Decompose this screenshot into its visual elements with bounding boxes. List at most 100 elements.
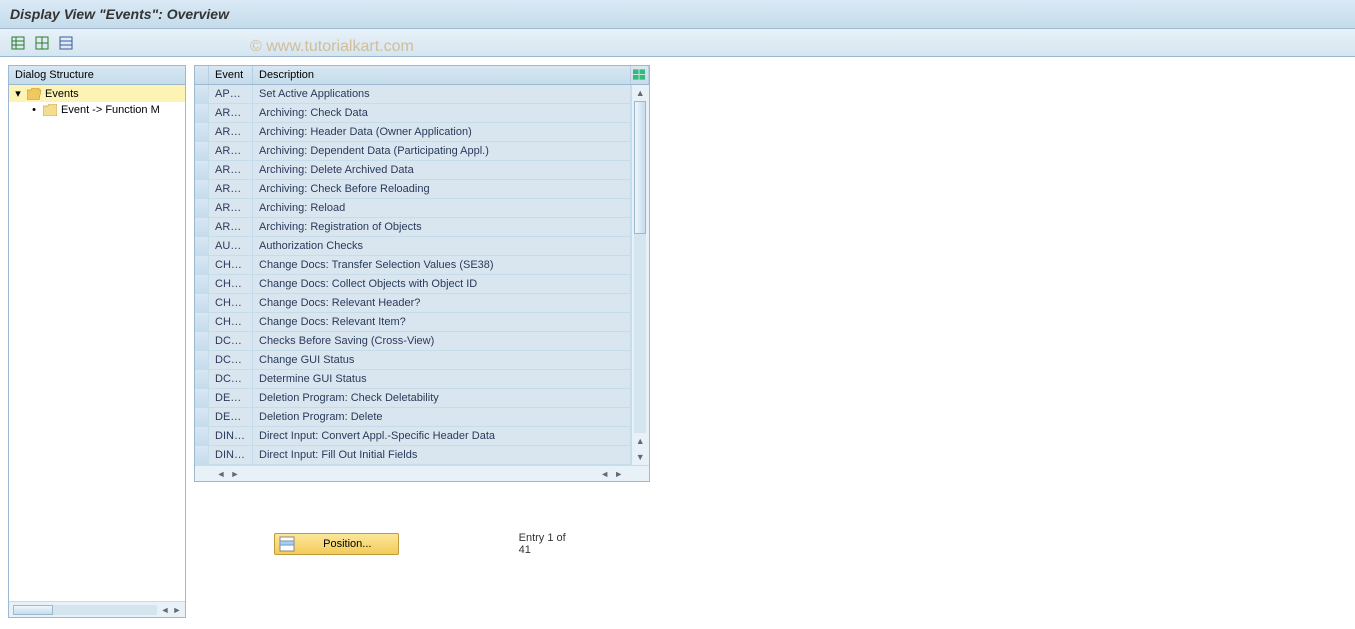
dialog-structure-panel: Dialog Structure ▾ Events • Event -> Fun…	[8, 65, 186, 618]
hscroll-track[interactable]	[13, 605, 157, 615]
table-body: APPLCSet Active ApplicationsARCH1Archivi…	[195, 85, 631, 465]
cell-event: DCUAD	[209, 370, 253, 388]
row-selector[interactable]	[195, 180, 209, 198]
row-selector[interactable]	[195, 256, 209, 274]
cell-description: Checks Before Saving (Cross-View)	[253, 332, 631, 350]
row-selector[interactable]	[195, 104, 209, 122]
table-row[interactable]: ARCH1Archiving: Check Data	[195, 104, 631, 123]
tree-item-event-function[interactable]: • Event -> Function M	[9, 102, 185, 118]
scroll-left-icon[interactable]: ◄	[159, 604, 171, 616]
table-row[interactable]: AUTH1Authorization Checks	[195, 237, 631, 256]
table-row[interactable]: CHGD1Change Docs: Transfer Selection Val…	[195, 256, 631, 275]
cell-description: Archiving: Header Data (Owner Applicatio…	[253, 123, 631, 141]
table-row[interactable]: ARCH5Archiving: Check Before Reloading	[195, 180, 631, 199]
table-settings-button[interactable]	[631, 66, 649, 84]
column-header-event[interactable]: Event	[209, 66, 253, 84]
cell-event: DINP0	[209, 427, 253, 445]
cell-event: DCUAC	[209, 351, 253, 369]
main-area: Dialog Structure ▾ Events • Event -> Fun…	[0, 57, 1355, 626]
row-selector[interactable]	[195, 237, 209, 255]
cell-event: AUTH1	[209, 237, 253, 255]
table-row[interactable]: DINP1Direct Input: Fill Out Initial Fiel…	[195, 446, 631, 465]
scroll-down-icon[interactable]: ▼	[632, 449, 649, 465]
footer-row: Position... Entry 1 of 41	[194, 532, 650, 556]
row-selector[interactable]	[195, 142, 209, 160]
table-row[interactable]: DELE1Deletion Program: Check Deletabilit…	[195, 389, 631, 408]
vscroll-thumb[interactable]	[634, 101, 646, 234]
cell-description: Determine GUI Status	[253, 370, 631, 388]
table-body-wrap: APPLCSet Active ApplicationsARCH1Archivi…	[195, 85, 649, 465]
table-row[interactable]: ARCH3Archiving: Dependent Data (Particip…	[195, 142, 631, 161]
cell-description: Change Docs: Transfer Selection Values (…	[253, 256, 631, 274]
scroll-up-icon[interactable]: ▲	[632, 85, 649, 101]
row-selector[interactable]	[195, 313, 209, 331]
column-header-description[interactable]: Description	[253, 66, 631, 84]
row-selector[interactable]	[195, 199, 209, 217]
table-row[interactable]: DCUACChange GUI Status	[195, 351, 631, 370]
row-selector[interactable]	[195, 85, 209, 103]
position-icon	[279, 536, 295, 552]
scroll-right-icon[interactable]: ►	[613, 468, 625, 480]
row-selector[interactable]	[195, 389, 209, 407]
dialog-structure-hscroll[interactable]: ◄ ►	[9, 601, 185, 617]
row-selector[interactable]	[195, 351, 209, 369]
column-header-selector[interactable]	[195, 66, 209, 84]
folder-open-icon	[27, 88, 41, 100]
cell-description: Set Active Applications	[253, 85, 631, 103]
scroll-left-icon[interactable]: ◄	[599, 468, 611, 480]
cell-description: Archiving: Registration of Objects	[253, 218, 631, 236]
row-selector[interactable]	[195, 332, 209, 350]
page-title: Display View "Events": Overview	[10, 6, 229, 22]
table-row[interactable]: ARCHRArchiving: Registration of Objects	[195, 218, 631, 237]
table-row[interactable]: ARCH4Archiving: Delete Archived Data	[195, 161, 631, 180]
row-selector[interactable]	[195, 218, 209, 236]
toolbar-btn-3[interactable]	[56, 33, 76, 53]
tree-item-events[interactable]: ▾ Events	[9, 85, 185, 102]
table-row[interactable]: CHGD4Change Docs: Relevant Item?	[195, 313, 631, 332]
position-button[interactable]: Position...	[274, 533, 399, 555]
row-selector[interactable]	[195, 294, 209, 312]
row-selector[interactable]	[195, 123, 209, 141]
table-row[interactable]: ARCH2Archiving: Header Data (Owner Appli…	[195, 123, 631, 142]
row-selector[interactable]	[195, 161, 209, 179]
cell-event: ARCH2	[209, 123, 253, 141]
vscroll-track[interactable]	[634, 101, 646, 433]
toolbar-btn-1[interactable]	[8, 33, 28, 53]
scroll-up2-icon[interactable]: ▲	[632, 433, 649, 449]
hscroll-right-group: ◄ ►	[422, 466, 649, 481]
toolbar-btn-2[interactable]	[32, 33, 52, 53]
cell-description: Authorization Checks	[253, 237, 631, 255]
row-selector[interactable]	[195, 275, 209, 293]
table-row[interactable]: DELE2Deletion Program: Delete	[195, 408, 631, 427]
tree-toggle-icon[interactable]: ▾	[13, 87, 23, 100]
cell-description: Direct Input: Convert Appl.-Specific Hea…	[253, 427, 631, 445]
hscroll-thumb[interactable]	[13, 605, 53, 615]
table-row[interactable]: DCUADDetermine GUI Status	[195, 370, 631, 389]
table-row[interactable]: CHGD2Change Docs: Collect Objects with O…	[195, 275, 631, 294]
table-row[interactable]: APPLCSet Active Applications	[195, 85, 631, 104]
cell-event: ARCH3	[209, 142, 253, 160]
table-row[interactable]: DCHCKChecks Before Saving (Cross-View)	[195, 332, 631, 351]
table-row[interactable]: CHGD3Change Docs: Relevant Header?	[195, 294, 631, 313]
toolbar	[0, 29, 1355, 57]
table-vscroll[interactable]: ▲ ▲ ▼	[631, 85, 649, 465]
row-selector[interactable]	[195, 408, 209, 426]
row-selector[interactable]	[195, 427, 209, 445]
cell-description: Archiving: Reload	[253, 199, 631, 217]
cell-description: Direct Input: Fill Out Initial Fields	[253, 446, 631, 464]
scroll-left-icon[interactable]: ◄	[215, 468, 227, 480]
grid-blue-icon	[59, 36, 73, 50]
table-row[interactable]: DINP0Direct Input: Convert Appl.-Specifi…	[195, 427, 631, 446]
table-row[interactable]: ARCH6Archiving: Reload	[195, 199, 631, 218]
row-selector[interactable]	[195, 370, 209, 388]
row-selector[interactable]	[195, 446, 209, 464]
scroll-right-icon[interactable]: ►	[171, 604, 183, 616]
cell-description: Archiving: Dependent Data (Participating…	[253, 142, 631, 160]
cell-event: ARCH1	[209, 104, 253, 122]
dialog-structure-tree: ▾ Events • Event -> Function M	[9, 85, 185, 601]
cell-event: CHGD2	[209, 275, 253, 293]
cell-event: ARCH4	[209, 161, 253, 179]
table-settings-icon	[633, 69, 646, 81]
tree-item-label: Event -> Function M	[61, 104, 160, 116]
scroll-right-icon[interactable]: ►	[229, 468, 241, 480]
